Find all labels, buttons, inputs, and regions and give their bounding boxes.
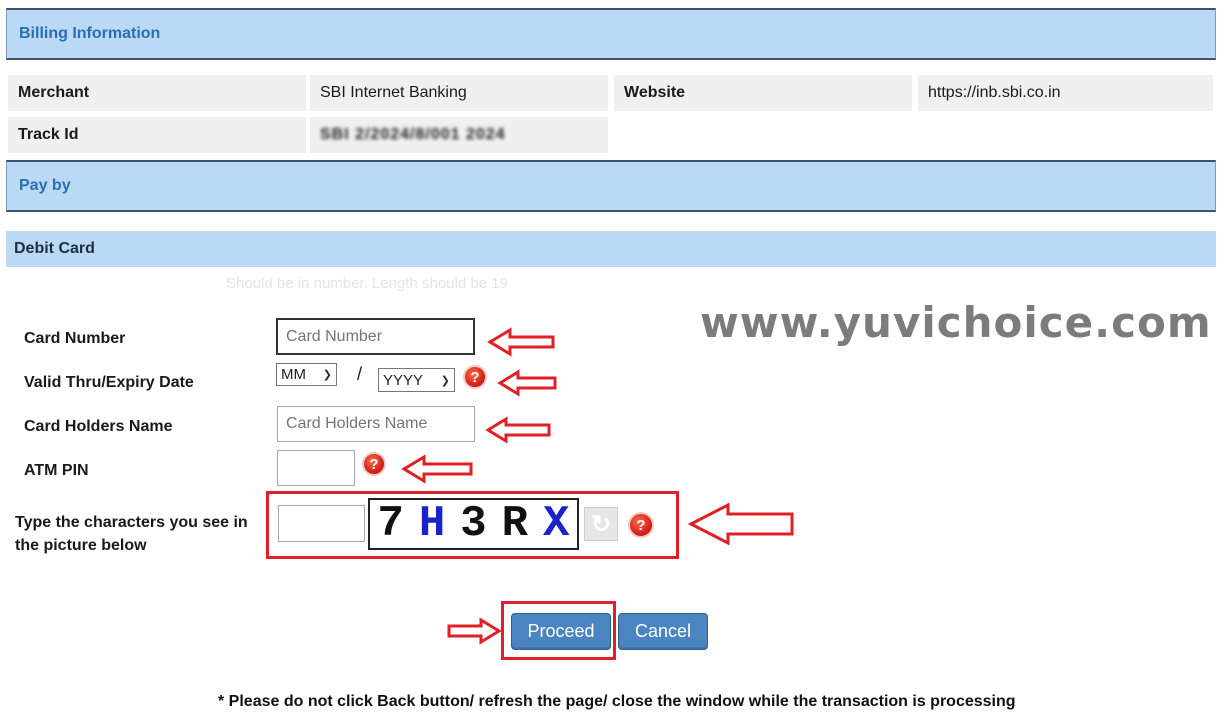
card-holder-input[interactable] (277, 406, 475, 442)
red-arrow-atm-pin-icon (401, 454, 473, 484)
captcha-char: R (501, 499, 529, 549)
expiry-year-value: YYYY (383, 371, 424, 389)
track-id-value: SBI 2/2024/8/001 2024 (310, 117, 608, 153)
website-value: https://inb.sbi.co.in (918, 75, 1213, 111)
atm-pin-input[interactable] (277, 450, 355, 486)
red-arrow-expiry-icon (497, 369, 557, 397)
atm-pin-label: ATM PIN (24, 462, 89, 479)
expiry-year-select[interactable]: YYYY ❯ (378, 368, 455, 392)
merchant-value: SBI Internet Banking (310, 75, 608, 111)
expiry-month-select[interactable]: MM ❯ (276, 363, 337, 386)
chevron-down-icon: ❯ (440, 374, 450, 387)
watermark-text: www.yuvichoice.com (700, 298, 1212, 347)
captcha-label: Type the characters you see in the pictu… (15, 514, 248, 554)
card-number-hint: Should be in number. Length should be 19 (226, 275, 508, 292)
red-arrow-proceed-icon (447, 617, 502, 645)
captcha-input[interactable] (278, 505, 365, 542)
captcha-help-icon[interactable]: ? (628, 512, 654, 538)
track-id-label: Track Id (8, 117, 306, 153)
billing-information-header: Billing Information (6, 8, 1216, 60)
expiry-help-icon[interactable]: ? (463, 365, 487, 389)
cancel-button[interactable]: Cancel (618, 613, 708, 650)
card-number-input[interactable] (276, 318, 475, 355)
expiry-date-label: Valid Thru/Expiry Date (24, 374, 194, 391)
expiry-month-value: MM (281, 366, 306, 383)
red-arrow-captcha-icon (687, 502, 794, 546)
captcha-image: 7 H 3 R X (368, 498, 579, 550)
billing-information-title: Billing Information (19, 25, 161, 42)
pay-by-header: Pay by (6, 160, 1216, 212)
red-arrow-card-number-icon (487, 327, 555, 357)
captcha-char: 7 (377, 499, 404, 549)
card-number-label: Card Number (24, 330, 126, 347)
captcha-char: H (418, 499, 446, 549)
card-holder-label: Card Holders Name (24, 418, 173, 435)
chevron-down-icon: ❯ (322, 369, 332, 381)
captcha-refresh-icon[interactable]: ↻ (584, 507, 618, 541)
proceed-button[interactable]: Proceed (511, 613, 611, 650)
website-label: Website (614, 75, 912, 111)
expiry-separator: / (357, 364, 363, 384)
debit-card-header: Debit Card (6, 231, 1216, 267)
pay-by-title: Pay by (19, 177, 71, 194)
captcha-char: X (543, 499, 570, 549)
processing-warning: * Please do not click Back button/ refre… (218, 693, 1016, 710)
merchant-label: Merchant (8, 75, 306, 111)
track-id-blurred-text: SBI 2/2024/8/001 2024 (320, 126, 506, 143)
debit-card-title: Debit Card (14, 240, 95, 257)
atm-pin-help-icon[interactable]: ? (362, 452, 386, 476)
captcha-char: 3 (460, 499, 487, 549)
red-arrow-card-holder-icon (485, 416, 551, 444)
